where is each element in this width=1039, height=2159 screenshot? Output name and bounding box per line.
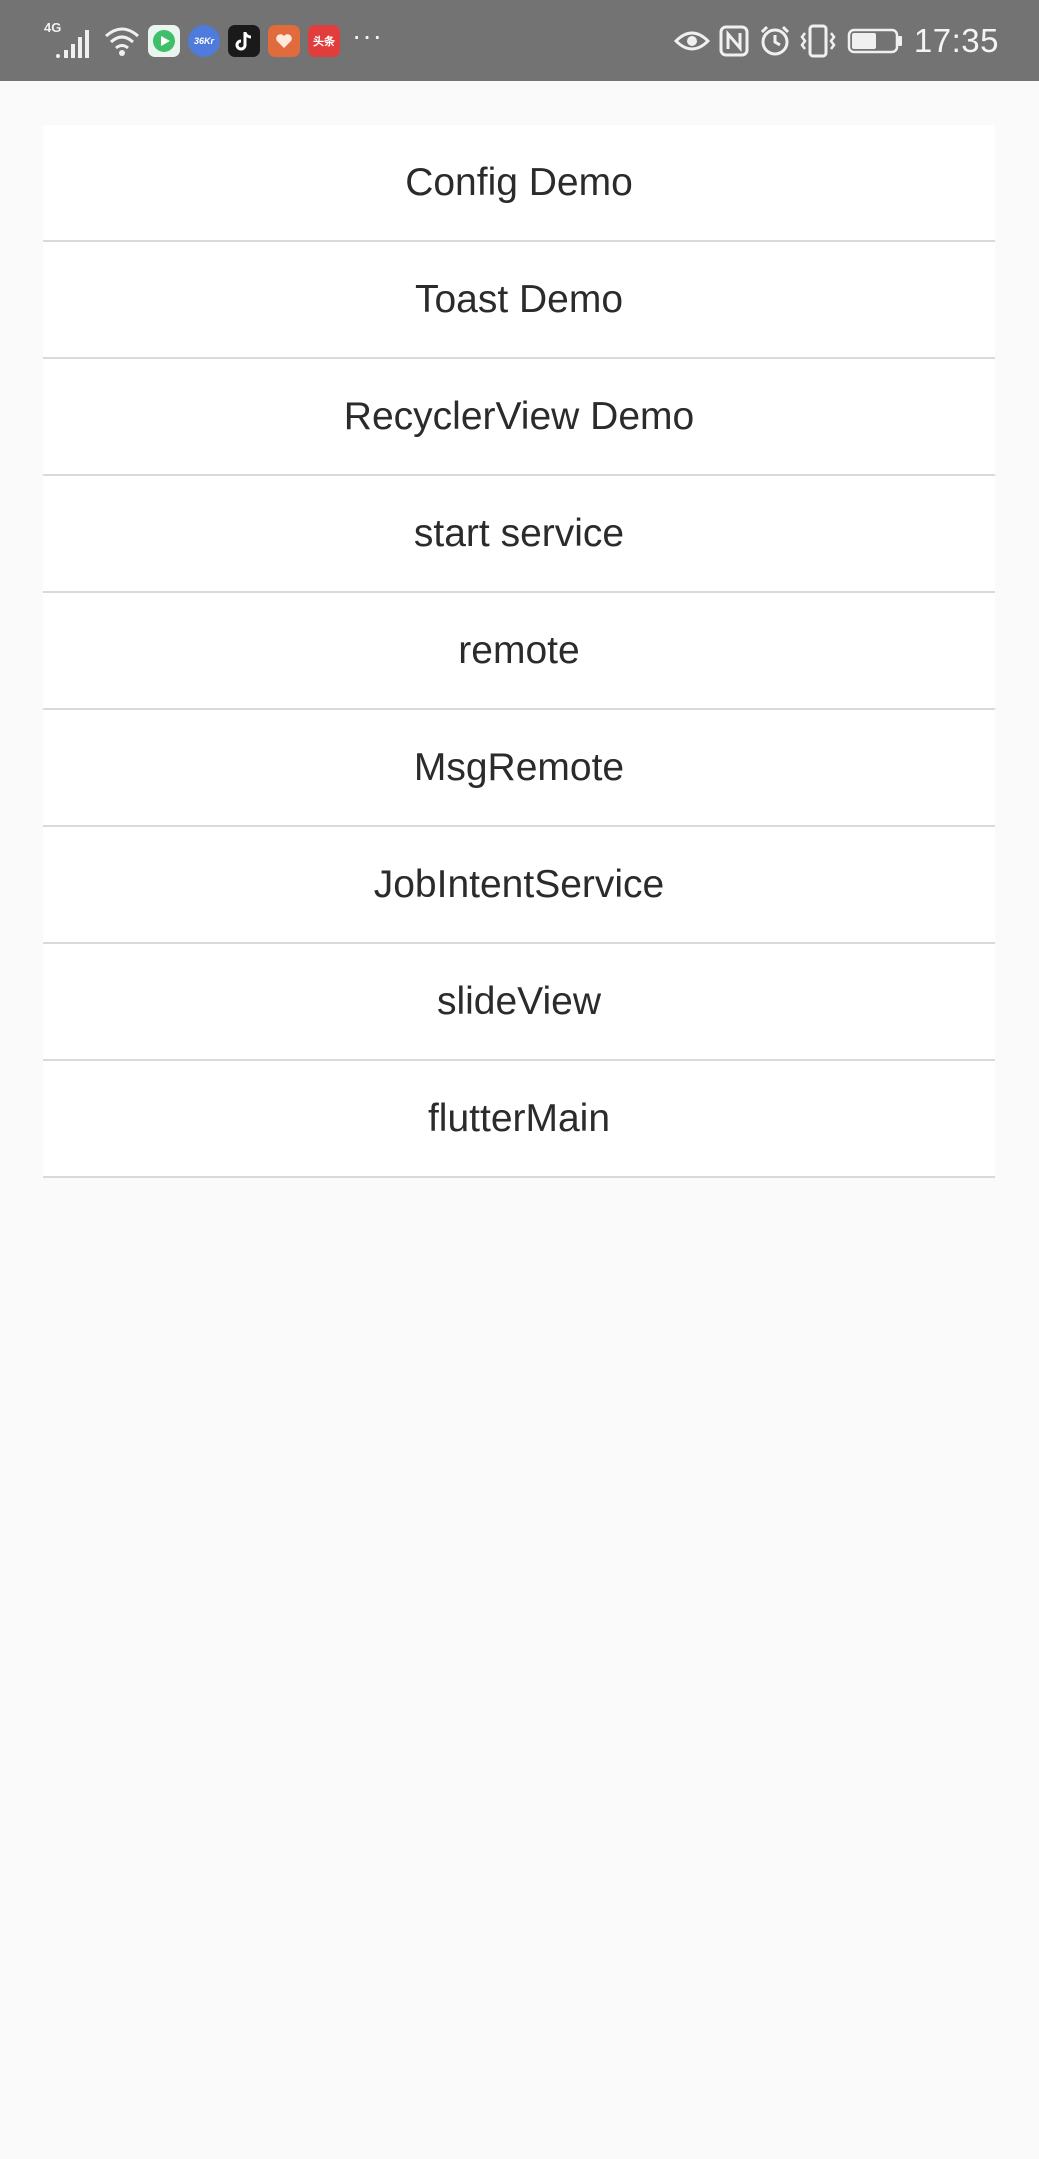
more-notifications-icon: ···: [352, 20, 383, 51]
recyclerview-demo-button[interactable]: RecyclerView Demo: [43, 359, 995, 476]
toutiao-app-label: 头条: [313, 36, 335, 48]
36kr-app-icon: 36Kr: [188, 25, 220, 57]
battery-icon: [846, 20, 904, 62]
config-demo-button[interactable]: Config Demo: [43, 125, 995, 242]
toutiao-app-icon: 头条: [308, 25, 340, 57]
nfc-icon: [716, 20, 752, 62]
msg-remote-button[interactable]: MsgRemote: [43, 710, 995, 827]
start-service-button[interactable]: start service: [43, 476, 995, 593]
eye-comfort-icon: [672, 20, 712, 62]
signal-icon: 4G: [44, 20, 96, 62]
flutter-main-button[interactable]: flutterMain: [43, 1061, 995, 1178]
status-bar-left: 4G 36Kr 头条 ···: [44, 20, 383, 62]
status-bar: 4G 36Kr 头条 ··· 17:35: [0, 0, 1039, 81]
heart-app-icon: [268, 25, 300, 57]
36kr-app-label: 36Kr: [193, 36, 214, 46]
alarm-icon: [756, 20, 794, 62]
video-app-icon: [148, 25, 180, 57]
vibrate-icon: [798, 20, 838, 62]
job-intent-service-button[interactable]: JobIntentService: [43, 827, 995, 944]
status-bar-right: 17:35: [672, 20, 999, 62]
remote-button[interactable]: remote: [43, 593, 995, 710]
demo-menu-list: Config Demo Toast Demo RecyclerView Demo…: [43, 125, 995, 1178]
wifi-icon: [102, 20, 142, 62]
status-bar-clock: 17:35: [913, 22, 999, 59]
tiktok-app-icon: [228, 25, 260, 57]
toast-demo-button[interactable]: Toast Demo: [43, 242, 995, 359]
slide-view-button[interactable]: slideView: [43, 944, 995, 1061]
